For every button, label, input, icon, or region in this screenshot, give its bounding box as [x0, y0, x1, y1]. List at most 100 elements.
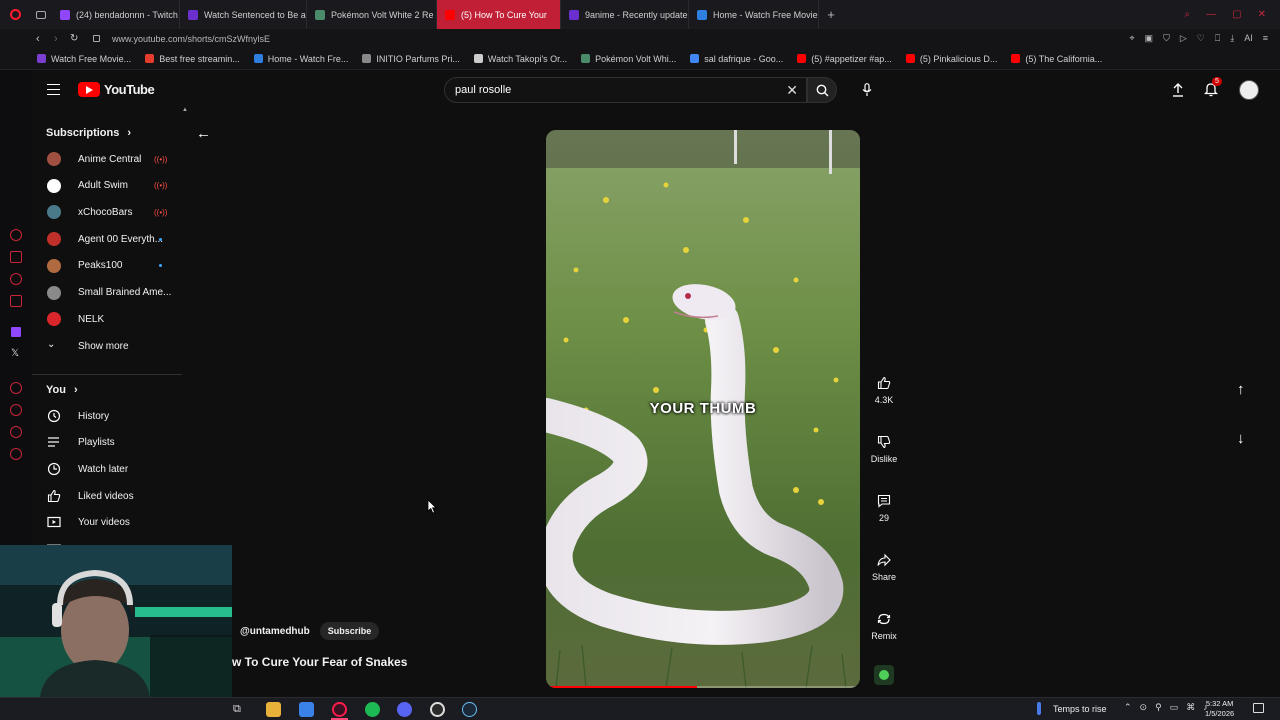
tray-network-icon[interactable]: ⌘	[1186, 702, 1195, 713]
reload-icon[interactable]: ↻	[70, 33, 78, 44]
browser-tab[interactable]: Pokémon Volt White 2 Re	[307, 0, 437, 29]
sidebar-item-channel[interactable]: Peaks100	[32, 253, 184, 279]
bookmark-item[interactable]: INITIO Parfums Pri...	[355, 54, 467, 64]
ai-icon[interactable]: AI	[1244, 33, 1253, 44]
youtube-logo[interactable]: YouTube	[78, 82, 155, 97]
maximize-icon[interactable]: ▢	[1232, 9, 1241, 20]
sidebar-item-playlists[interactable]: Playlists	[32, 429, 184, 455]
sidebar-twitch-icon[interactable]	[11, 327, 21, 337]
heart-icon[interactable]: ♡	[1197, 33, 1205, 44]
back-icon[interactable]: ‹	[36, 33, 40, 45]
next-short-button[interactable]: ↓	[1237, 430, 1245, 447]
tray-display-icon[interactable]: ▭	[1170, 702, 1179, 713]
sidebar-bookmarks-icon[interactable]	[10, 426, 22, 438]
account-avatar[interactable]	[1239, 80, 1259, 100]
tab-menu-icon[interactable]	[30, 0, 52, 29]
sidebar-item-channel[interactable]: xChocoBars ((•))	[32, 199, 184, 225]
search-tabs-icon[interactable]: ⌕	[1185, 9, 1191, 20]
sidebar-item-channel[interactable]: NELK	[32, 306, 184, 332]
shorts-video-player[interactable]: YOUR THUMB	[546, 130, 860, 688]
share-button[interactable]: Share	[864, 553, 904, 582]
browser-tab[interactable]: (5) How To Cure Your	[437, 0, 561, 29]
sidebar-workspaces-icon[interactable]	[10, 251, 22, 263]
bookmark-item[interactable]: Home - Watch Fre...	[247, 54, 356, 64]
bookmark-item[interactable]: sal dafrique - Goo...	[683, 54, 790, 64]
sidebar-item-channel[interactable]: Agent 00 Everyth...	[32, 226, 184, 252]
subscribe-button[interactable]: Subscribe	[319, 622, 380, 640]
close-window-icon[interactable]: ✕	[1258, 9, 1266, 20]
browser-logo-icon[interactable]	[0, 0, 30, 29]
browser-tab[interactable]: Home - Watch Free Movie	[689, 0, 819, 29]
sidebar-item-history[interactable]: History	[32, 403, 184, 429]
url-field[interactable]: www.youtube.com/shorts/cmSzWfnylsE	[112, 34, 270, 44]
bookmark-item[interactable]: Best free streamin...	[138, 54, 247, 64]
wallet-icon[interactable]: ⎕	[1215, 33, 1220, 44]
tray-chevron-icon[interactable]: ⌃	[1124, 702, 1132, 713]
pin-icon[interactable]: ⌖	[1129, 33, 1134, 44]
sidebar-clock-icon[interactable]	[10, 404, 22, 416]
minimize-icon[interactable]: —	[1206, 9, 1216, 20]
show-more-button[interactable]: ⌄ Show more	[32, 333, 184, 359]
store-icon[interactable]	[299, 702, 314, 717]
voice-search-button[interactable]	[854, 77, 880, 103]
shield-icon[interactable]: ⛉	[1163, 33, 1170, 44]
upload-icon[interactable]	[1172, 83, 1184, 97]
forward-icon[interactable]: ›	[54, 33, 58, 45]
you-header[interactable]: You ›	[46, 384, 78, 396]
notifications-button[interactable]: 5	[1203, 77, 1222, 98]
browser-tab[interactable]: 9anime - Recently update	[561, 0, 689, 29]
sidebar-item-channel[interactable]: Adult Swim ((•))	[32, 173, 184, 199]
weather-widget[interactable]: Temps to rise	[1053, 704, 1107, 714]
sidebar-messenger-icon[interactable]	[10, 273, 22, 285]
menu-icon[interactable]: ≡	[1263, 33, 1268, 44]
browser-tab[interactable]: (24) bendadonnn - Twitch	[52, 0, 180, 29]
browser-tab[interactable]: Watch Sentenced to Be a	[180, 0, 307, 29]
back-arrow-icon[interactable]: ←	[196, 125, 211, 142]
bookmark-item[interactable]: (5) #appetizer #ap...	[790, 54, 899, 64]
like-button[interactable]: 4.3K	[864, 376, 904, 405]
bookmark-item[interactable]: Pokémon Volt Whi...	[574, 54, 683, 64]
tray-app-icon[interactable]: ⊙	[1140, 702, 1148, 713]
steam-icon[interactable]	[462, 702, 477, 717]
scroll-up-arrow[interactable]: ▲	[182, 107, 188, 113]
bookmark-item[interactable]: (5) The California...	[1004, 54, 1109, 64]
subscriptions-header[interactable]: Subscriptions ›	[46, 127, 131, 139]
remix-button[interactable]: Remix	[864, 612, 904, 641]
hamburger-menu-icon[interactable]	[47, 84, 60, 95]
download-icon[interactable]: ⤓	[1230, 33, 1234, 44]
sidebar-ai-icon[interactable]	[10, 229, 22, 241]
comments-button[interactable]: 29	[864, 494, 904, 523]
previous-short-button[interactable]: ↑	[1237, 381, 1245, 398]
video-progress-bar[interactable]	[546, 686, 860, 688]
sidebar-item-watch-later[interactable]: Watch later	[32, 456, 184, 482]
play-icon[interactable]: ▷	[1180, 33, 1187, 44]
sidebar-history-icon[interactable]	[10, 382, 22, 394]
sidebar-music-icon[interactable]	[10, 295, 22, 307]
sidebar-item-liked-videos[interactable]: Liked videos	[32, 483, 184, 509]
opera-gx-icon[interactable]	[332, 702, 347, 717]
dislike-button[interactable]: Dislike	[864, 435, 904, 464]
notification-center-icon[interactable]	[1253, 703, 1264, 713]
file-explorer-icon[interactable]	[266, 702, 281, 717]
spotify-icon[interactable]	[365, 702, 380, 717]
sidebar-settings-icon[interactable]	[10, 448, 22, 460]
sidebar-x-icon[interactable]: 𝕏	[11, 348, 19, 359]
clock[interactable]: 5:32 AM 1/5/2026	[1205, 699, 1234, 719]
bookmark-item[interactable]: Watch Free Movie...	[30, 54, 138, 64]
bookmark-item[interactable]: Watch Takopi's Or...	[467, 54, 574, 64]
sidebar-item-channel[interactable]: Anime Central ((•))	[32, 146, 184, 172]
search-input[interactable]: paul rosolle ✕	[444, 77, 807, 103]
channel-handle[interactable]: @untamedhub	[240, 626, 310, 637]
sidebar-item-channel[interactable]: Small Brained Ame...	[32, 280, 184, 306]
clear-search-icon[interactable]: ✕	[786, 82, 798, 99]
sound-avatar[interactable]	[874, 665, 894, 685]
short-title[interactable]: w To Cure Your Fear of Snakes	[232, 655, 407, 669]
task-view-icon[interactable]: ⧉	[233, 703, 241, 716]
snapshot-icon[interactable]: ▣	[1145, 33, 1154, 44]
search-button[interactable]	[807, 77, 837, 103]
tray-mic-icon[interactable]: ⚲	[1155, 702, 1162, 713]
sidebar-item-your-videos[interactable]: Your videos	[32, 509, 184, 535]
obs-icon[interactable]	[430, 702, 445, 717]
bookmark-item[interactable]: (5) Pinkalicious D...	[899, 54, 1005, 64]
new-tab-button[interactable]: +	[819, 7, 843, 22]
